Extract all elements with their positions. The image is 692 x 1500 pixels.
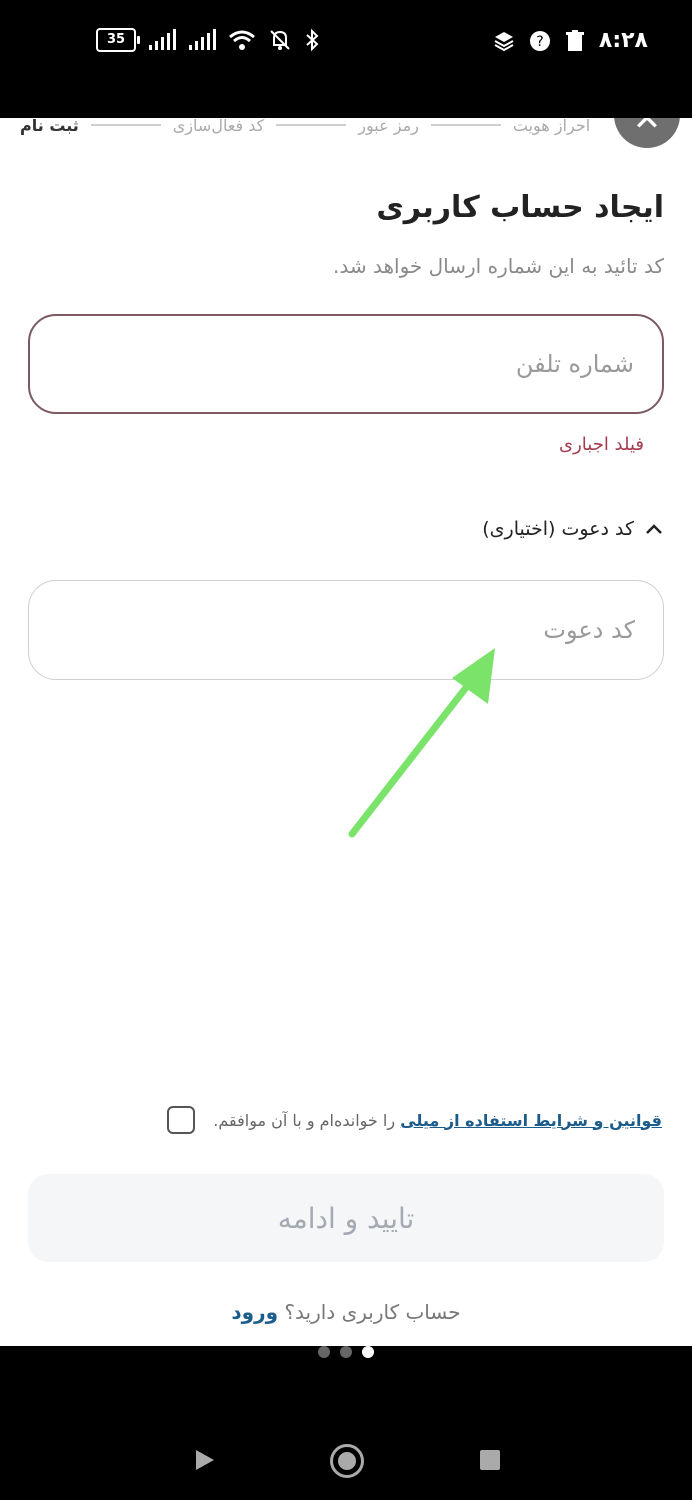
status-bar: 35 ? ۸:۲۸ [0, 0, 692, 118]
back-triangle-icon[interactable] [194, 1448, 216, 1472]
page-subtitle: کد تائید به این شماره ارسال خواهد شد. [333, 254, 664, 278]
invite-toggle-label: کد دعوت (اختیاری) [482, 518, 634, 540]
required-field-error: فیلد اجباری [559, 434, 644, 455]
step-divider [276, 124, 347, 126]
page-dot [340, 1346, 352, 1358]
battery-icon: 35 [96, 28, 140, 52]
step-divider [90, 124, 161, 126]
invite-code-toggle[interactable]: کد دعوت (اختیاری) [482, 518, 664, 540]
bluetooth-icon [306, 28, 319, 52]
svg-text:?: ? [536, 34, 543, 50]
page-dot [318, 1346, 330, 1358]
login-link[interactable]: ورود [231, 1300, 278, 1324]
confirm-continue-button[interactable]: تایید و ادامه [28, 1174, 664, 1262]
signup-screen: ثبت نام کد فعال‌سازی رمز عبور احراز هویت… [0, 118, 692, 1346]
page-dot-active [362, 1346, 374, 1358]
chevron-up-icon [646, 524, 662, 534]
layers-icon [494, 31, 514, 51]
recents-button[interactable] [480, 1450, 500, 1470]
bell-muted-icon [270, 30, 290, 50]
have-account-text: حساب کاربری دارید؟ [278, 1300, 461, 1324]
home-button[interactable] [330, 1444, 364, 1478]
step-signup: ثبت نام [20, 118, 79, 135]
close-button[interactable]: ✕ [614, 118, 680, 148]
step-activation-code: کد فعال‌سازی [172, 118, 265, 135]
annotation-arrow-icon [348, 648, 495, 838]
terms-row: قوانین و شرایط استفاده از میلی را خوانده… [167, 1106, 662, 1134]
signal-icon [149, 29, 176, 50]
battery-level: 35 [106, 32, 126, 47]
terms-agreement-text: را خوانده‌ام و با آن موافقم. [213, 1110, 401, 1130]
phone-field[interactable] [28, 314, 664, 414]
trash-icon [565, 29, 584, 51]
terms-checkbox[interactable] [167, 1106, 196, 1134]
clock: ۸:۲۸ [598, 28, 648, 53]
wifi-icon [229, 30, 255, 50]
step-identity-verification: احراز هویت [512, 118, 591, 135]
login-row: حساب کاربری دارید؟ ورود [0, 1300, 692, 1324]
terms-link[interactable]: قوانین و شرایط استفاده از میلی [400, 1111, 662, 1130]
signal-icon [189, 29, 216, 50]
terms-text: قوانین و شرایط استفاده از میلی را خوانده… [213, 1111, 662, 1130]
phone-input[interactable] [30, 316, 662, 412]
question-icon: ? [529, 30, 550, 51]
signup-stepper: ثبت نام کد فعال‌سازی رمز عبور احراز هویت [20, 118, 622, 138]
page-title: ایجاد حساب کاربری [376, 190, 664, 225]
close-icon: ✕ [632, 118, 662, 139]
step-divider [430, 124, 501, 126]
system-nav-bar [0, 1400, 692, 1500]
step-password: رمز عبور [358, 118, 419, 135]
page-indicator [0, 1346, 692, 1358]
